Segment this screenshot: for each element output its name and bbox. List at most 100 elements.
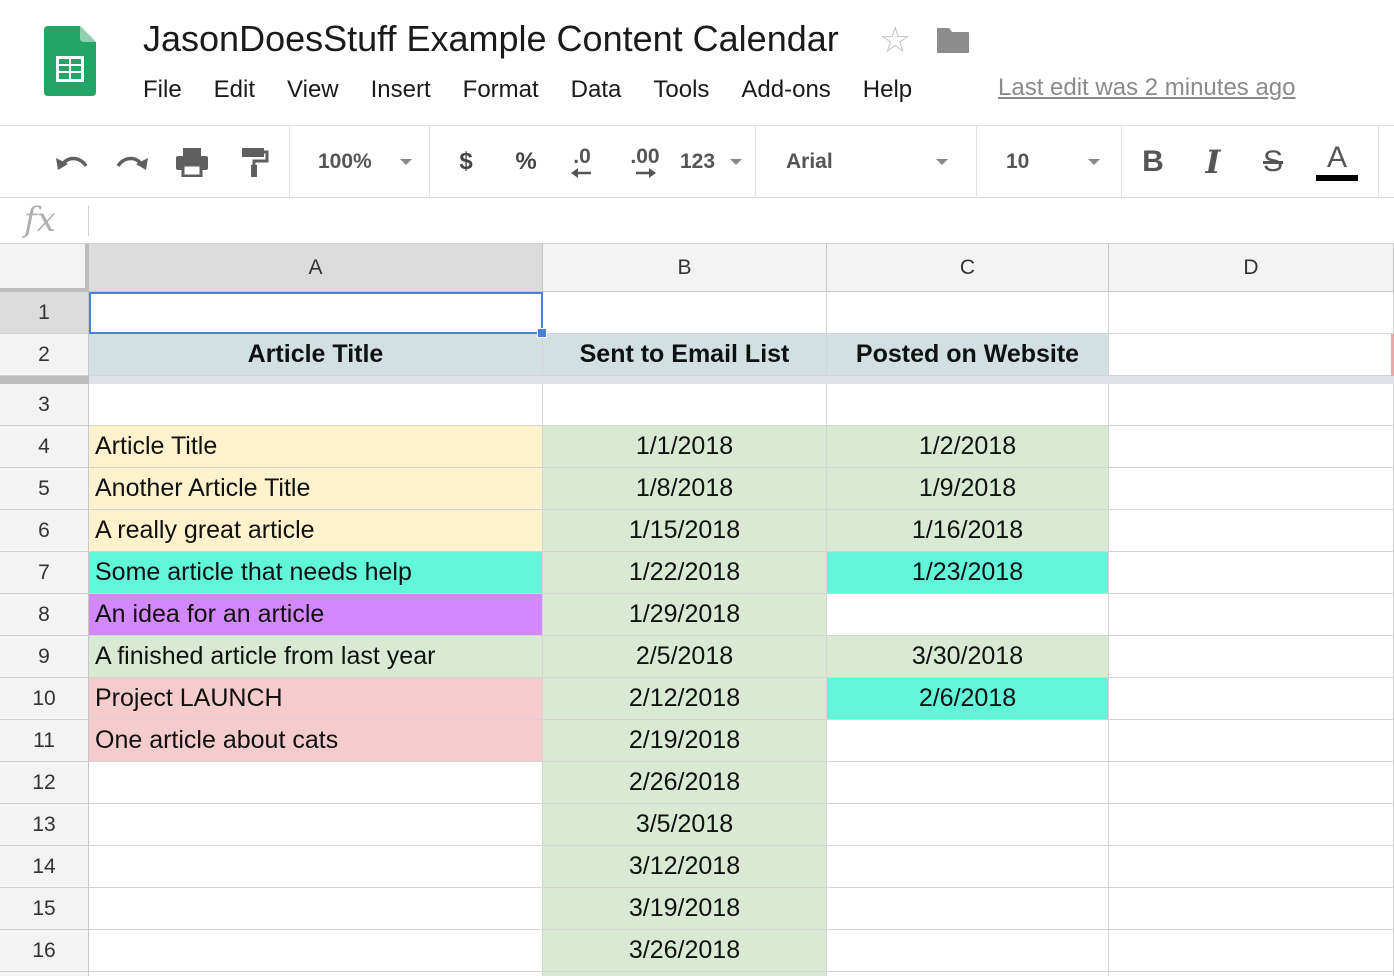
cell-c[interactable] bbox=[827, 888, 1109, 930]
font-size-select[interactable]: 10 bbox=[990, 126, 1110, 198]
cell-d[interactable] bbox=[1109, 510, 1394, 552]
cell-a[interactable] bbox=[89, 930, 543, 972]
cell-c[interactable]: 3/30/2018 bbox=[827, 636, 1109, 678]
frozen-rows-divider[interactable] bbox=[0, 376, 1394, 384]
increase-decimal-button[interactable]: .00 bbox=[622, 126, 668, 198]
cell-b[interactable] bbox=[543, 384, 827, 426]
cell-a[interactable]: A really great article bbox=[89, 510, 543, 552]
cell-b[interactable]: 1/1/2018 bbox=[543, 426, 827, 468]
row-header[interactable]: 14 bbox=[0, 846, 89, 888]
column-header-a[interactable]: A bbox=[89, 244, 543, 292]
menu-tools[interactable]: Tools bbox=[653, 76, 709, 104]
cell-b[interactable]: 2/19/2018 bbox=[543, 720, 827, 762]
percent-format-button[interactable]: % bbox=[508, 126, 544, 198]
row-header[interactable]: 11 bbox=[0, 720, 89, 762]
menu-data[interactable]: Data bbox=[571, 76, 622, 104]
row-header[interactable]: 4 bbox=[0, 426, 89, 468]
row-header[interactable]: 6 bbox=[0, 510, 89, 552]
row-header[interactable]: 1 bbox=[0, 292, 89, 334]
currency-format-button[interactable]: $ bbox=[448, 126, 484, 198]
cell-d[interactable] bbox=[1109, 888, 1394, 930]
cell-d[interactable] bbox=[1109, 552, 1394, 594]
print-button[interactable] bbox=[170, 126, 214, 198]
zoom-select[interactable]: 100% bbox=[300, 126, 424, 198]
cell-a[interactable]: Article Title bbox=[89, 334, 543, 376]
menu-edit[interactable]: Edit bbox=[214, 76, 255, 104]
cell-a[interactable]: Some article that needs help bbox=[89, 552, 543, 594]
row-header[interactable] bbox=[0, 972, 89, 976]
bold-button[interactable]: B bbox=[1135, 126, 1171, 198]
undo-button[interactable] bbox=[50, 126, 94, 198]
cell-c[interactable]: 1/23/2018 bbox=[827, 552, 1109, 594]
row-header[interactable]: 15 bbox=[0, 888, 89, 930]
formula-input[interactable] bbox=[100, 204, 1380, 238]
cell-a[interactable]: One article about cats bbox=[89, 720, 543, 762]
cell-a[interactable] bbox=[89, 972, 543, 976]
more-formats-button[interactable]: 123 bbox=[680, 126, 742, 198]
row-header[interactable]: 3 bbox=[0, 384, 89, 426]
cell-a[interactable]: Another Article Title bbox=[89, 468, 543, 510]
cell-b[interactable]: 1/22/2018 bbox=[543, 552, 827, 594]
cell-c[interactable] bbox=[827, 846, 1109, 888]
cell-b[interactable]: 2/12/2018 bbox=[543, 678, 827, 720]
cell-a[interactable] bbox=[89, 292, 543, 334]
cell-d[interactable] bbox=[1109, 292, 1394, 334]
menu-format[interactable]: Format bbox=[463, 76, 539, 104]
decrease-decimal-button[interactable]: .0 bbox=[562, 126, 602, 198]
cell-d[interactable] bbox=[1109, 468, 1394, 510]
cell-b[interactable]: 1/15/2018 bbox=[543, 510, 827, 552]
cell-a[interactable]: Article Title bbox=[89, 426, 543, 468]
cell-b[interactable] bbox=[543, 292, 827, 334]
cell-b[interactable]: 3/19/2018 bbox=[543, 888, 827, 930]
menu-view[interactable]: View bbox=[287, 76, 339, 104]
row-header[interactable]: 7 bbox=[0, 552, 89, 594]
last-edit-link[interactable]: Last edit was 2 minutes ago bbox=[998, 74, 1296, 102]
redo-button[interactable] bbox=[110, 126, 154, 198]
cell-c[interactable] bbox=[827, 292, 1109, 334]
row-header[interactable]: 12 bbox=[0, 762, 89, 804]
cell-a[interactable]: A finished article from last year bbox=[89, 636, 543, 678]
cell-c[interactable]: Posted on Website bbox=[827, 334, 1109, 376]
cell-a[interactable] bbox=[89, 384, 543, 426]
cell-b[interactable]: Sent to Email List bbox=[543, 334, 827, 376]
cell-c[interactable]: 1/9/2018 bbox=[827, 468, 1109, 510]
menu-help[interactable]: Help bbox=[863, 76, 912, 104]
cell-d[interactable] bbox=[1109, 930, 1394, 972]
cell-a[interactable] bbox=[89, 846, 543, 888]
cell-c[interactable] bbox=[827, 762, 1109, 804]
cell-d[interactable] bbox=[1109, 804, 1394, 846]
row-header[interactable]: 5 bbox=[0, 468, 89, 510]
cell-c[interactable] bbox=[827, 720, 1109, 762]
cell-a[interactable] bbox=[89, 888, 543, 930]
text-color-button[interactable]: A bbox=[1314, 126, 1360, 198]
row-header[interactable]: 13 bbox=[0, 804, 89, 846]
cell-d[interactable] bbox=[1109, 846, 1394, 888]
column-header-b[interactable]: B bbox=[543, 244, 827, 292]
cell-d[interactable] bbox=[1109, 594, 1394, 636]
italic-button[interactable]: I bbox=[1195, 126, 1231, 198]
cell-c[interactable]: 2/6/2018 bbox=[827, 678, 1109, 720]
row-header[interactable]: 16 bbox=[0, 930, 89, 972]
sheets-logo-icon[interactable] bbox=[44, 26, 96, 96]
cell-d[interactable] bbox=[1109, 384, 1394, 426]
cell-d[interactable] bbox=[1109, 678, 1394, 720]
star-icon[interactable]: ☆ bbox=[879, 22, 911, 58]
cell-d[interactable] bbox=[1109, 762, 1394, 804]
cell-c[interactable]: 1/2/2018 bbox=[827, 426, 1109, 468]
cell-b[interactable] bbox=[543, 972, 827, 976]
cell-b[interactable]: 3/26/2018 bbox=[543, 930, 827, 972]
folder-icon[interactable] bbox=[936, 26, 970, 54]
cell-d[interactable] bbox=[1109, 426, 1394, 468]
cell-c[interactable] bbox=[827, 930, 1109, 972]
column-header-d[interactable]: D bbox=[1109, 244, 1394, 292]
cell-c[interactable] bbox=[827, 594, 1109, 636]
font-family-select[interactable]: Arial bbox=[770, 126, 960, 198]
strikethrough-button[interactable]: S bbox=[1255, 126, 1291, 198]
cell-d[interactable] bbox=[1109, 720, 1394, 762]
document-title[interactable]: JasonDoesStuff Example Content Calendar bbox=[143, 18, 839, 60]
frozen-rows-handle[interactable] bbox=[0, 376, 89, 384]
cell-c[interactable] bbox=[827, 804, 1109, 846]
cell-b[interactable]: 3/12/2018 bbox=[543, 846, 827, 888]
cell-c[interactable] bbox=[827, 384, 1109, 426]
cell-b[interactable]: 2/26/2018 bbox=[543, 762, 827, 804]
